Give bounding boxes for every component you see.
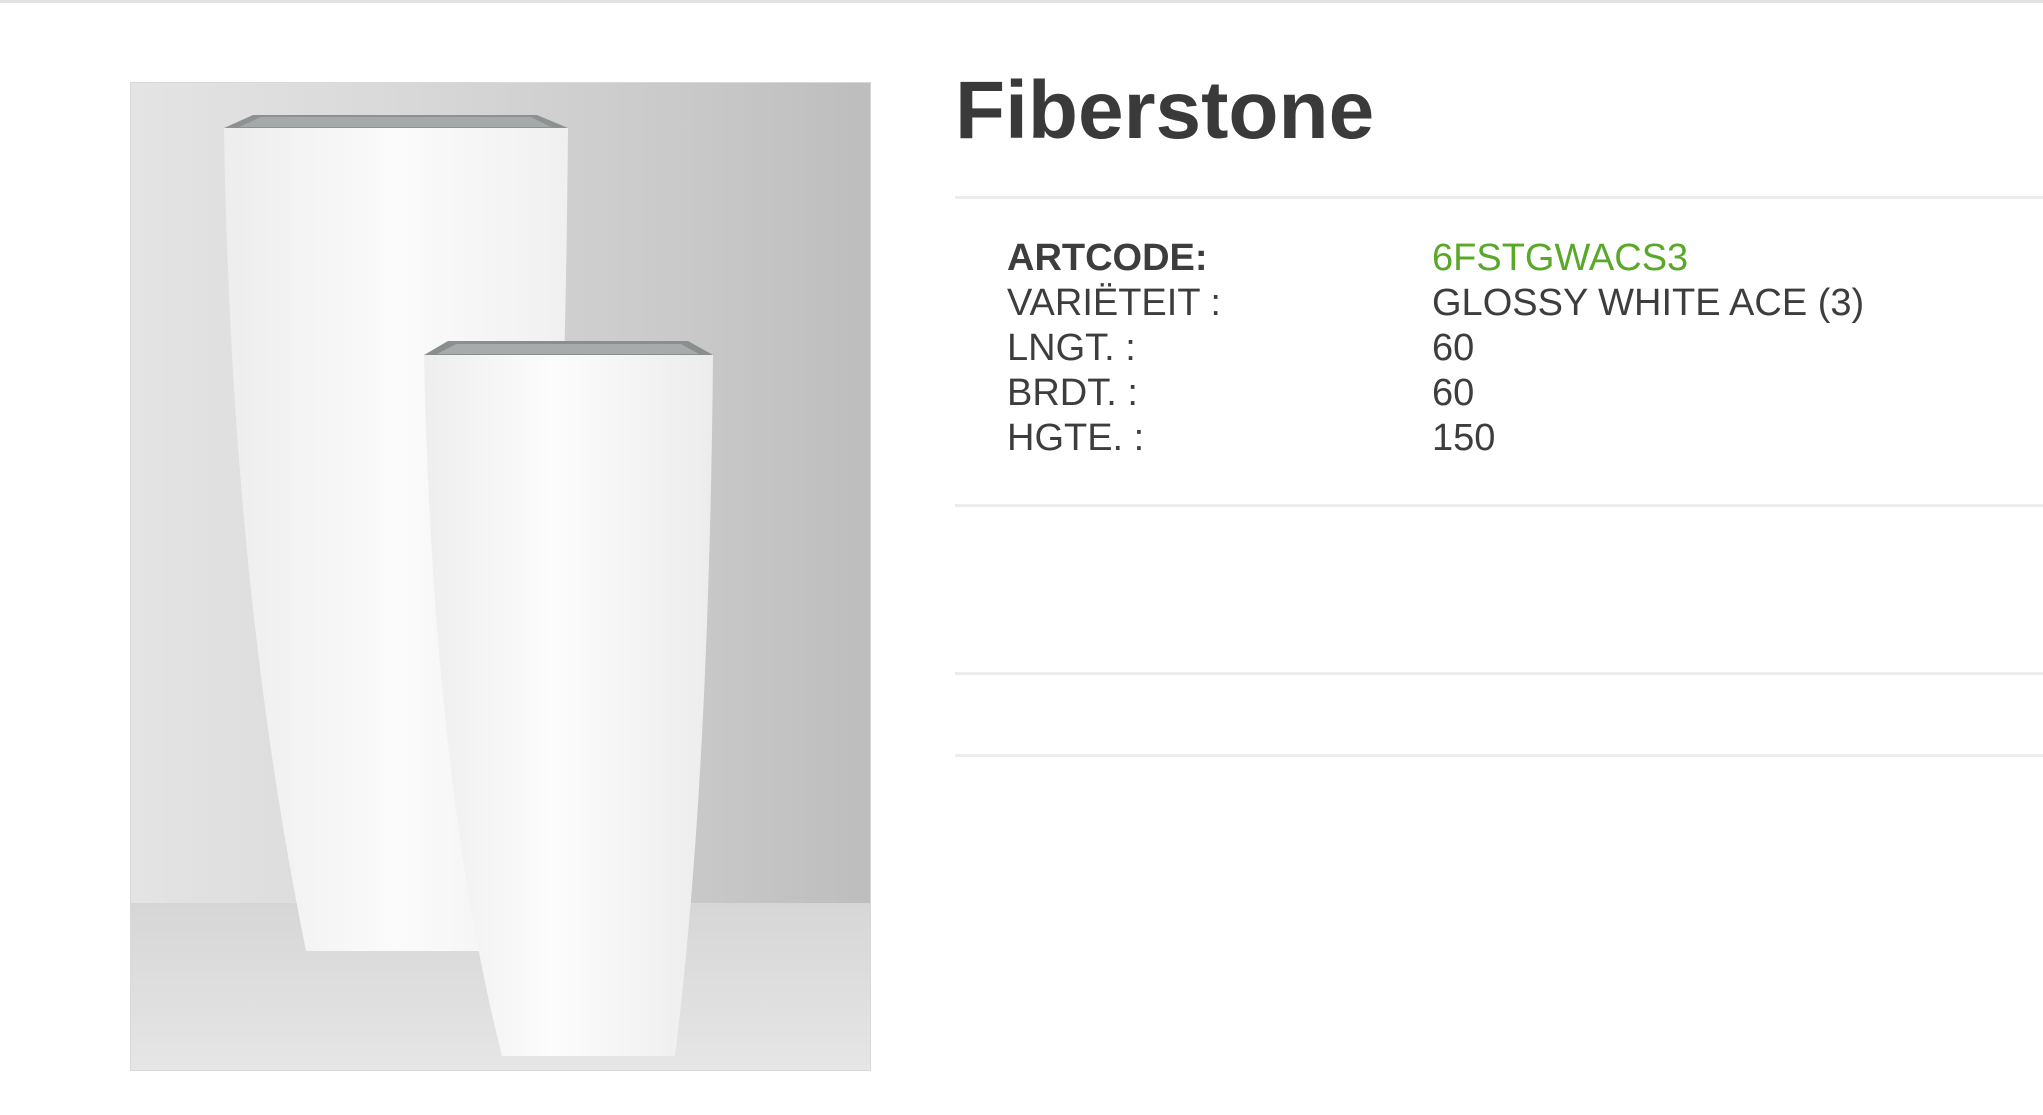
planters-photo <box>131 83 870 1070</box>
spec-label: LNGT. : <box>1007 327 1136 369</box>
spec-label: HGTE. : <box>1007 417 1145 459</box>
divider <box>955 754 2043 757</box>
product-details: Fiberstone ARTCODE: 6FSTGWACS3 VARIËTEIT… <box>955 0 2043 1115</box>
spec-value: 150 <box>1432 417 1496 459</box>
divider <box>955 196 2043 199</box>
spec-row-variety: VARIËTEIT : GLOSSY WHITE ACE (3) <box>1007 281 1864 326</box>
divider <box>955 672 2043 675</box>
spec-row-length: LNGT. : 60 <box>1007 326 1864 371</box>
spec-row-artcode: ARTCODE: 6FSTGWACS3 <box>1007 236 1864 281</box>
spec-label: BRDT. : <box>1007 372 1138 414</box>
spec-row-width: BRDT. : 60 <box>1007 371 1864 416</box>
spec-row-height: HGTE. : 150 <box>1007 416 1864 461</box>
spec-value: 6FSTGWACS3 <box>1432 237 1689 279</box>
divider <box>955 504 2043 507</box>
product-title: Fiberstone <box>955 65 1375 156</box>
spec-label: VARIËTEIT : <box>1007 282 1221 324</box>
spec-value: 60 <box>1432 327 1475 369</box>
spec-value: 60 <box>1432 372 1475 414</box>
spec-table: ARTCODE: 6FSTGWACS3 VARIËTEIT : GLOSSY W… <box>1007 236 1864 461</box>
product-image[interactable] <box>130 82 871 1071</box>
spec-value: GLOSSY WHITE ACE (3) <box>1432 282 1865 324</box>
spec-label: ARTCODE: <box>1007 237 1208 279</box>
